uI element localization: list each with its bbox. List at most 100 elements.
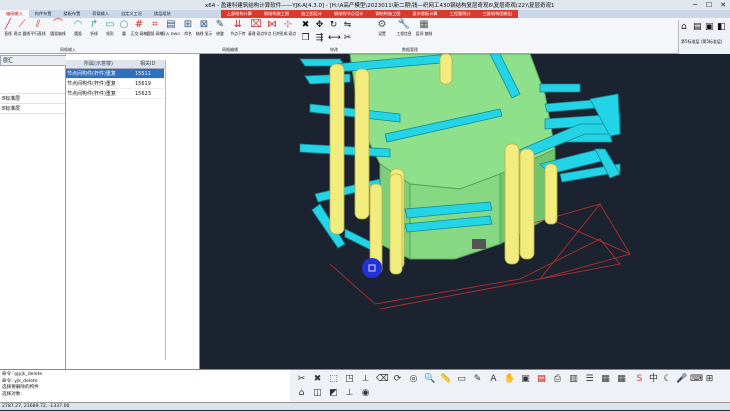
section-icon[interactable]: ◩	[328, 388, 339, 399]
scissors-icon[interactable]: ✂	[296, 374, 307, 385]
move-icon[interactable]: ✥	[314, 20, 325, 31]
measure-icon[interactable]: 📏	[440, 374, 451, 385]
polyline-button[interactable]: ↱ 折线	[86, 19, 102, 36]
3d-model-viewport[interactable]	[200, 54, 730, 369]
arc-grid-icon: ⌗	[152, 19, 158, 30]
list-item[interactable]: 8标准层	[0, 104, 65, 114]
screen-icon[interactable]: ▣	[520, 374, 531, 385]
ribbon: ╱ 直线 ⟋ 两点 圆线 ⫽ 平行直线 ⌒ 圆弧轴线 ◠ 圆弧 ↱ 折线 ▭ 矩形 ○ 圆 # 正…	[0, 18, 730, 54]
arc-grid-button[interactable]: ⌗ 圆弧 网格	[147, 19, 163, 36]
tab-floor-assembly[interactable]: 楼层组装	[148, 10, 177, 18]
tab-complex-slab[interactable]: 复杂楼板计算	[406, 10, 444, 18]
arc-axis-label: 圆弧轴线	[50, 31, 66, 36]
mic-icon[interactable]: 🎤	[676, 374, 687, 385]
home-view-icon[interactable]: ⌂	[296, 388, 307, 399]
table-row[interactable]: 节点间构件(杆件)重复 15623	[66, 89, 166, 99]
tab-3d-output[interactable]: 三维结构图输出	[476, 10, 518, 18]
circle-button[interactable]: ○ 圆	[116, 19, 132, 36]
keyboard-icon[interactable]: ⌨	[690, 374, 703, 385]
ortho-grid-button[interactable]: # 正交 网格	[131, 19, 147, 36]
tab-members[interactable]: 构件布置	[29, 10, 58, 18]
tab-custom-case[interactable]: 自定义工况	[115, 10, 148, 18]
tab-structure-calc[interactable]: 上部结构计算	[220, 10, 258, 18]
pdf-icon[interactable]: ▤	[536, 374, 547, 385]
tab-quantity[interactable]: 工程量统计	[443, 10, 477, 18]
chart-icon[interactable]: ▥	[568, 374, 579, 385]
select-icon[interactable]: ⬚	[328, 374, 339, 385]
rotate-view-icon[interactable]: ⟳	[392, 374, 403, 385]
settings-label: 设置	[378, 31, 386, 36]
sogou-ime-icon[interactable]: S	[634, 374, 645, 385]
lang-icon[interactable]: 中	[648, 374, 659, 385]
table-row[interactable]: 节点间构件(杆件)重复 15619	[66, 79, 166, 89]
ruler-icon[interactable]: ▭	[456, 374, 467, 385]
zoom-icon[interactable]: 🔍	[424, 374, 435, 385]
merge-nodes-button[interactable]: ⋈ 节点 归并	[264, 19, 280, 36]
home-icon[interactable]: ⌂	[681, 22, 687, 32]
tab-steel-joint[interactable]: 钢结构节点设计	[328, 10, 370, 18]
line-icon: ╱	[4, 19, 12, 30]
tab-steel-drawing[interactable]: 钢结构施工图	[257, 10, 296, 18]
arc-axis-button[interactable]: ⌒ 圆弧轴线	[50, 19, 66, 36]
table-row[interactable]: 节点间构件(杆件)重复 15511	[66, 69, 166, 79]
table-icon[interactable]: ▦	[616, 374, 627, 385]
offset-icon[interactable]: ⇶	[314, 33, 325, 44]
erase-icon[interactable]: ⌫	[376, 374, 389, 385]
name-axis-button[interactable]: ⊞ 命名	[180, 19, 196, 36]
arc-button[interactable]: ◠ 圆弧	[70, 19, 86, 36]
cross-icon[interactable]: ✖	[312, 374, 323, 385]
view-icon[interactable]: ▣	[705, 22, 714, 32]
group-grid-input: 网格输入	[60, 47, 76, 52]
layer-copy-button[interactable]: ▦ 层间 复制	[416, 19, 432, 36]
list-item[interactable]: 8标准层	[0, 94, 65, 104]
list-item[interactable]	[0, 84, 65, 94]
list-icon[interactable]: ☰	[584, 374, 595, 385]
print-icon[interactable]: ⎙	[552, 374, 563, 385]
import-dwg-button[interactable]: ▤ 导入 DWG	[162, 19, 180, 36]
break-icon[interactable]: ✂	[342, 33, 353, 44]
floor-selector[interactable]: 第5标准层 (第5标准层)	[681, 39, 722, 45]
tab-steel-drawing-2[interactable]: 钢结构施工图	[369, 10, 407, 18]
col-name-header[interactable]: 所属(示意楼)	[66, 60, 134, 68]
pen-icon[interactable]: ✎	[472, 374, 483, 385]
cube-icon[interactable]: ◧	[717, 22, 726, 32]
results-table: 所属(示意楼) 相关ID 节点间构件(杆件)重复 15511 节点间构件(杆件)…	[66, 60, 166, 99]
copy-icon[interactable]: ❐	[300, 33, 311, 44]
mirror-icon[interactable]: ⇋	[342, 20, 353, 31]
two-point-line-button[interactable]: ⟋ 两点 圆线	[14, 19, 30, 36]
hand-icon[interactable]: ✋	[504, 374, 515, 385]
axis-icon[interactable]: ⊥	[344, 388, 355, 399]
axis-display-button[interactable]: ⊠ 轴线 显示	[196, 19, 212, 36]
command-history[interactable]: 命令: @yjk_delete 命令: yjk_delete 选择要删除的构件 …	[0, 369, 290, 402]
text-icon[interactable]: A	[488, 374, 499, 385]
cube-icon[interactable]: ◳	[344, 374, 355, 385]
dim-icon[interactable]: ⟂	[360, 374, 371, 385]
orbit-icon[interactable]: ◎	[408, 374, 419, 385]
tab-load[interactable]: 荷载输入	[86, 10, 115, 18]
color-icon[interactable]: ◉	[360, 388, 371, 399]
book-icon[interactable]: ▦	[600, 374, 611, 385]
arc-label: 圆弧	[74, 31, 82, 36]
trim-button[interactable]: ✎ 修整	[212, 19, 228, 36]
extend-icon[interactable]: ⟷	[328, 33, 341, 44]
layer-icon[interactable]: ◫	[312, 388, 323, 399]
parallel-line-button[interactable]: ⫽ 平行直线	[30, 19, 46, 36]
maximize-button[interactable]: ☐	[702, 0, 716, 10]
tab-slab[interactable]: 楼板布置	[58, 10, 87, 18]
rotate-icon[interactable]: ↻	[328, 20, 339, 31]
layers-icon[interactable]: ▤	[693, 22, 702, 32]
project-info-label: 工程信息	[396, 31, 412, 36]
minimize-button[interactable]: ─	[688, 0, 702, 10]
project-info-button[interactable]: 🔧 工程信息	[396, 19, 412, 36]
settings-button[interactable]: ⚙ 设置	[374, 19, 390, 36]
delete-icon[interactable]: ✖	[300, 20, 311, 31]
col-id-header[interactable]: 相关ID	[134, 60, 166, 68]
close-button[interactable]: ✕	[716, 0, 730, 10]
moon-icon[interactable]: ☾	[662, 374, 673, 385]
clean-nodes-button[interactable]: ⌧ 清理 网点	[248, 19, 264, 36]
apps-icon[interactable]: ⊞	[704, 374, 715, 385]
tab-construction-drawing[interactable]: 施工图设计	[295, 10, 329, 18]
form-nodes-button[interactable]: ⊹ 形成 网点	[280, 19, 296, 36]
tab-axis-input[interactable]: 轴网输入	[0, 10, 29, 18]
node-down-button[interactable]: ⇊ 节点下传	[230, 19, 246, 36]
